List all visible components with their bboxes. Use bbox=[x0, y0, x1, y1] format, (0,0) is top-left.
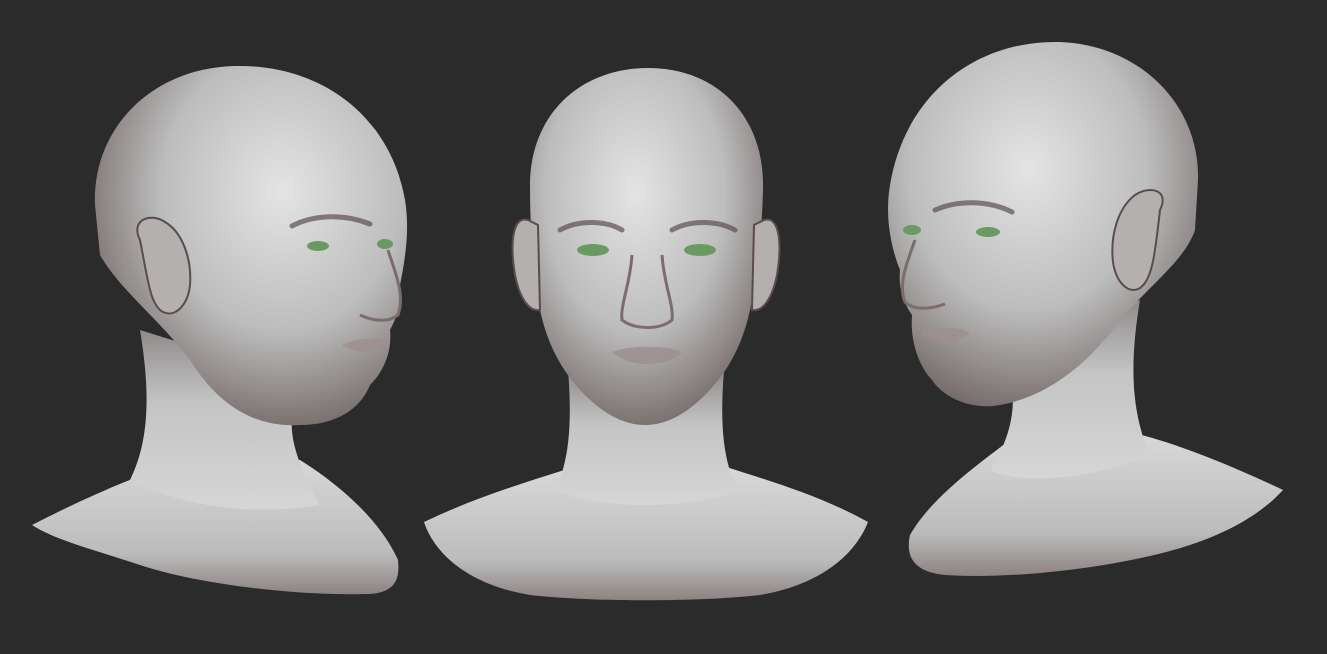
eye-right bbox=[684, 244, 716, 256]
sculpt-scene bbox=[0, 0, 1327, 654]
eye-left bbox=[307, 241, 329, 251]
eye-left bbox=[577, 244, 609, 256]
eye-left bbox=[903, 225, 921, 235]
eye-right bbox=[377, 239, 393, 249]
viewport-canvas[interactable] bbox=[0, 0, 1327, 654]
eye-right bbox=[976, 227, 1000, 237]
